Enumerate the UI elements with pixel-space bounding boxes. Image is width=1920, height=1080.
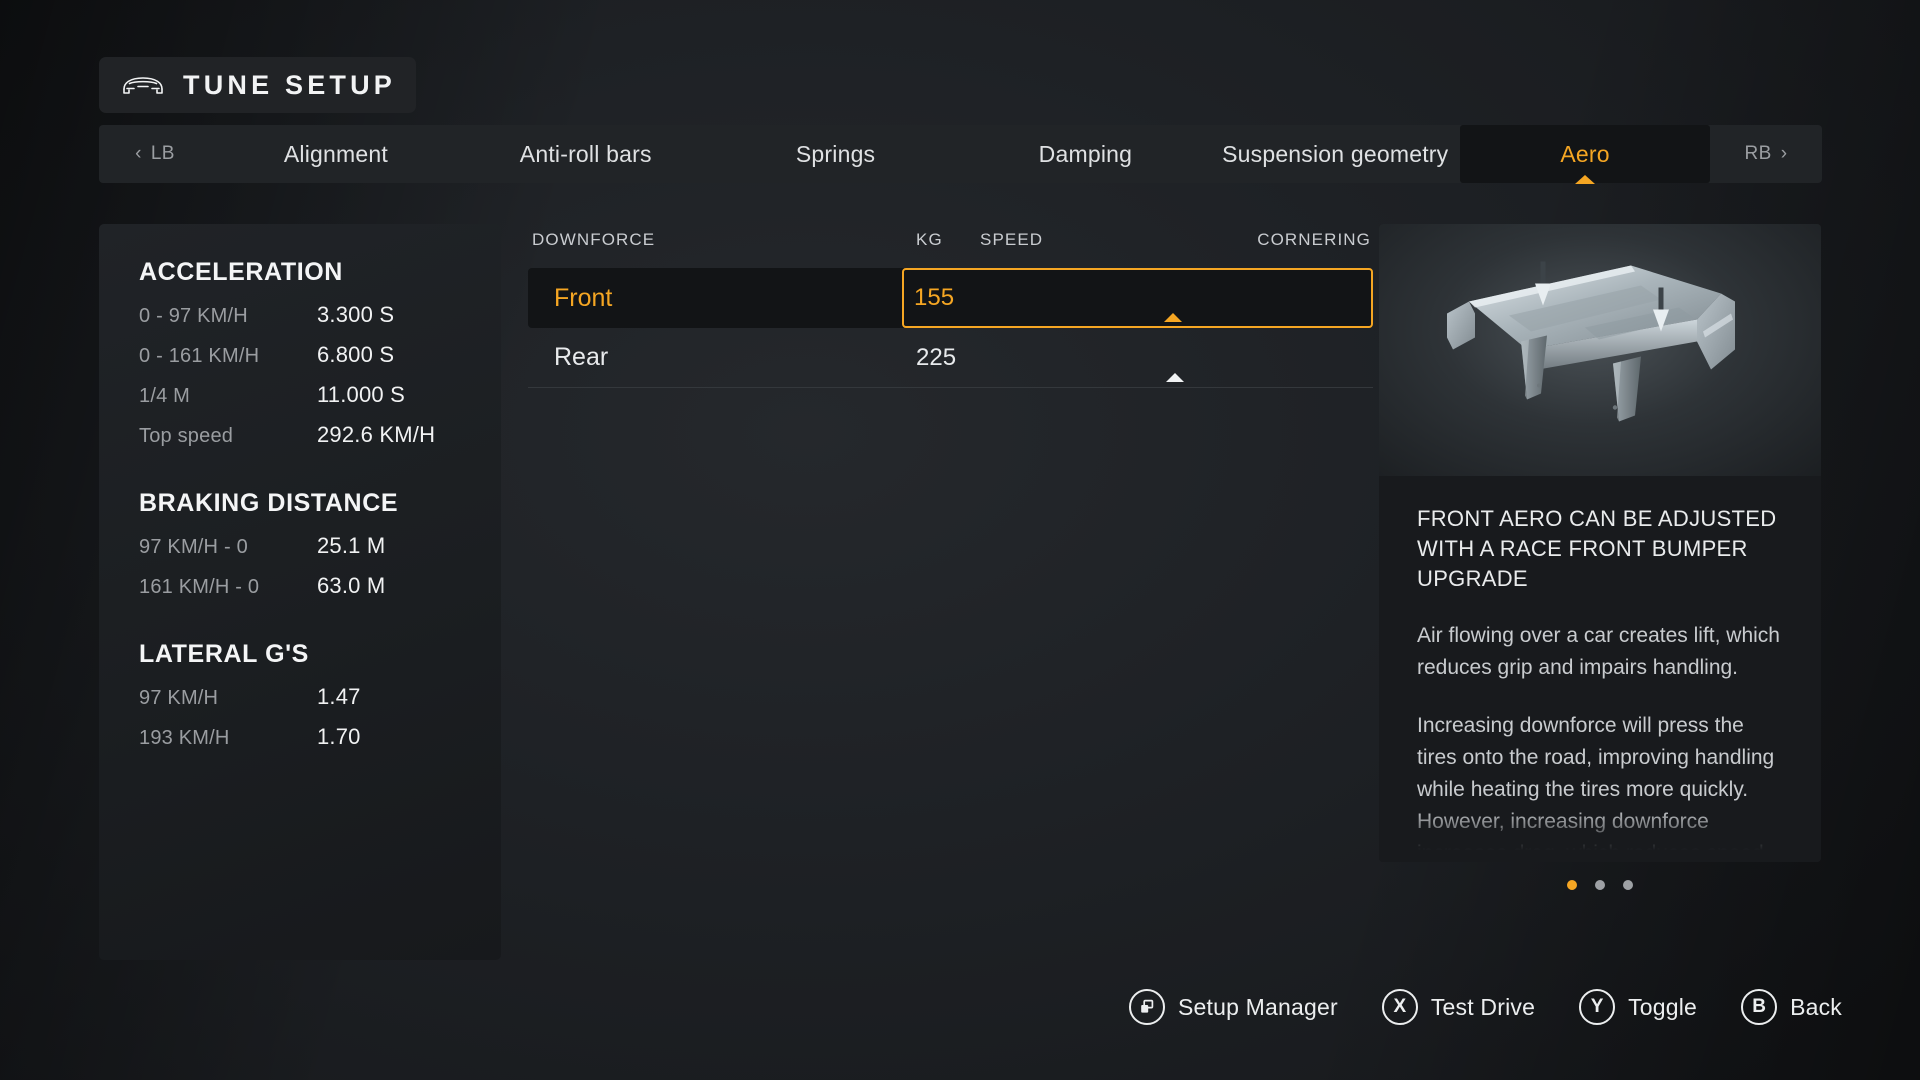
aero-info-body: FRONT AERO CAN BE ADJUSTED WITH A RACE F…	[1379, 476, 1821, 862]
tab-list: Alignment Anti-roll bars Springs Damping…	[211, 125, 1710, 184]
page-title: TUNE SETUP	[183, 69, 397, 100]
prev-bumper-label: LB	[150, 143, 175, 164]
tab-label: Aero	[1560, 140, 1610, 167]
setting-row-rear[interactable]: Rear 225	[528, 328, 1373, 388]
stat-label: 97 KM/H	[139, 687, 219, 709]
stat-row: 0 - 161 KM/H 6.800 S	[139, 342, 461, 382]
stats-heading-acceleration: ACCELERATION	[139, 258, 343, 286]
action-setup-manager[interactable]: Setup Manager	[1128, 989, 1338, 1025]
next-bumper-label: RB	[1744, 143, 1772, 164]
performance-stats-panel: ACCELERATION 0 - 97 KM/H 3.300 S 0 - 161…	[99, 224, 501, 960]
tab-label: Springs	[795, 140, 876, 167]
column-header-speed: SPEED	[980, 230, 1044, 249]
slider-marker-icon	[1164, 313, 1183, 322]
stat-value: 11.000 S	[317, 382, 406, 407]
setting-control-cell[interactable]: 155	[902, 268, 1373, 328]
stat-label: 0 - 161 KM/H	[139, 345, 260, 367]
stat-row: 97 KM/H - 0 25.1 M	[139, 533, 461, 573]
action-back[interactable]: B Back	[1741, 989, 1842, 1025]
prev-category-button[interactable]: ‹ LB	[99, 125, 211, 183]
column-header-kg: KG	[916, 230, 943, 249]
action-label: Test Drive	[1430, 993, 1536, 1020]
action-label: Setup Manager	[1177, 993, 1338, 1020]
setting-label: Rear	[554, 343, 609, 371]
pager-dot-2[interactable]	[1595, 880, 1605, 890]
page-title-chip: TUNE SETUP	[99, 57, 416, 113]
column-header-downforce: DOWNFORCE	[532, 230, 656, 249]
action-label: Back	[1790, 993, 1842, 1020]
aero-info-paragraph-1: Air flowing over a car creates lift, whi…	[1417, 624, 1780, 679]
tab-label: Damping	[1038, 140, 1133, 167]
stat-value: 1.70	[317, 724, 361, 749]
stat-label: Top speed	[139, 425, 234, 447]
category-tabbar: ‹ LB Alignment Anti-roll bars Springs Da…	[99, 125, 1822, 184]
stat-value: 6.800 S	[317, 342, 395, 367]
view-windows-icon	[1128, 989, 1165, 1025]
button-x-icon: X	[1381, 989, 1418, 1025]
column-header-cornering: CORNERING	[1257, 230, 1371, 249]
chevron-right-icon: ›	[1780, 143, 1788, 164]
stat-value: 292.6 KM/H	[317, 422, 436, 447]
active-tab-indicator-icon	[1575, 175, 1596, 184]
setting-value: 155	[914, 284, 955, 311]
stat-row: 193 KM/H 1.70	[139, 724, 461, 764]
action-toggle[interactable]: Y Toggle	[1579, 989, 1697, 1025]
stat-value: 3.300 S	[317, 302, 395, 327]
stat-label: 161 KM/H - 0	[139, 576, 260, 598]
part-preview-stage	[1379, 224, 1821, 476]
stat-label: 1/4 M	[139, 385, 191, 407]
setting-label: Front	[554, 283, 613, 312]
button-b-icon: B	[1741, 989, 1778, 1025]
stat-row: Top speed 292.6 KM/H	[139, 422, 461, 462]
chevron-left-icon: ‹	[135, 143, 142, 164]
stat-row: 97 KM/H 1.47	[139, 684, 461, 724]
stat-row: 0 - 97 KM/H 3.300 S	[139, 302, 461, 342]
pager-dot-1[interactable]	[1567, 880, 1577, 890]
downforce-settings: DOWNFORCE KG SPEED CORNERING Front 155 R…	[528, 224, 1373, 388]
stat-value: 1.47	[317, 684, 361, 709]
stat-value: 25.1 M	[317, 533, 386, 558]
stat-value: 63.0 M	[317, 573, 386, 598]
action-test-drive[interactable]: X Test Drive	[1381, 989, 1536, 1025]
stats-heading-braking-distance: BRAKING DISTANCE	[139, 489, 399, 517]
setting-control-cell[interactable]: 225	[904, 328, 1373, 388]
action-label: Toggle	[1628, 993, 1698, 1020]
tab-label: Suspension geometry	[1222, 140, 1449, 167]
car-front-icon	[121, 72, 165, 98]
stats-heading-lateral-gs: LATERAL G'S	[139, 640, 309, 668]
tab-anti-roll-bars[interactable]: Anti-roll bars	[461, 125, 711, 183]
button-y-icon: Y	[1579, 989, 1616, 1025]
next-category-button[interactable]: RB ›	[1710, 125, 1822, 183]
tab-springs[interactable]: Springs	[711, 125, 961, 183]
setting-name-cell: Front	[528, 268, 904, 328]
aero-info-title: FRONT AERO CAN BE ADJUSTED WITH A RACE F…	[1417, 506, 1777, 591]
info-pager	[1379, 880, 1821, 890]
column-headers: DOWNFORCE KG SPEED CORNERING	[528, 224, 1373, 268]
tab-damping[interactable]: Damping	[960, 125, 1210, 183]
tab-suspension-geometry[interactable]: Suspension geometry	[1210, 125, 1460, 183]
aero-info-panel: FRONT AERO CAN BE ADJUSTED WITH A RACE F…	[1379, 224, 1821, 862]
stat-label: 0 - 97 KM/H	[139, 305, 248, 327]
stat-row: 161 KM/H - 0 63.0 M	[139, 573, 461, 613]
stat-label: 97 KM/H - 0	[139, 536, 248, 558]
tune-setup-screen: TUNE SETUP ‹ LB Alignment Anti-roll bars…	[0, 0, 1920, 1080]
slider-marker-icon	[1166, 372, 1185, 382]
stat-label: 193 KM/H	[139, 727, 230, 749]
setting-value: 225	[916, 343, 957, 371]
action-bar: Setup Manager X Test Drive Y Toggle B Ba…	[1128, 989, 1842, 1025]
pager-dot-3[interactable]	[1623, 880, 1633, 890]
tab-aero[interactable]: Aero	[1460, 125, 1710, 184]
stat-row: 1/4 M 11.000 S	[139, 382, 461, 422]
tab-label: Anti-roll bars	[519, 140, 652, 167]
setting-row-front[interactable]: Front 155	[528, 268, 1373, 328]
setting-name-cell: Rear	[528, 328, 904, 388]
tab-label: Alignment	[283, 140, 388, 167]
info-text-fade-overlay	[1379, 808, 1821, 862]
tab-alignment[interactable]: Alignment	[211, 125, 461, 183]
